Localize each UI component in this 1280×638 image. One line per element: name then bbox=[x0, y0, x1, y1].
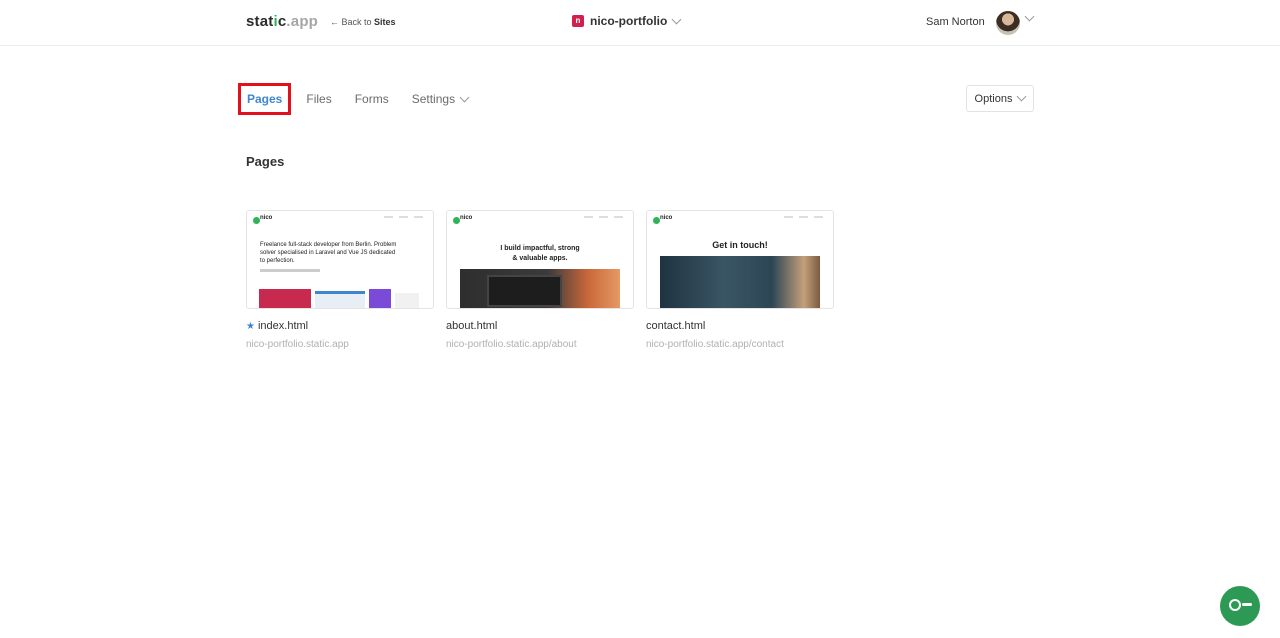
site-name: nico-portfolio bbox=[590, 14, 668, 28]
thumb-nav bbox=[384, 216, 423, 218]
thumb-heading: I build impactful, strong & valuable app… bbox=[500, 245, 580, 262]
page-thumbnail[interactable]: nico Freelance full-stack developer from… bbox=[246, 210, 434, 309]
site-icon: n bbox=[572, 15, 584, 27]
page-filename: index.html bbox=[257, 320, 309, 332]
avatar[interactable] bbox=[996, 11, 1020, 35]
status-dot bbox=[253, 217, 260, 224]
page-url[interactable]: nico-portfolio.static.app/about bbox=[446, 339, 634, 350]
thumb-screenshot-3 bbox=[369, 289, 391, 308]
back-prefix: ← Back to bbox=[330, 17, 375, 27]
page-url[interactable]: nico-portfolio.static.app/contact bbox=[646, 339, 834, 350]
tab-label: Forms bbox=[354, 92, 389, 106]
section-title: Pages bbox=[246, 154, 285, 169]
page-filename: about.html bbox=[446, 320, 498, 332]
chevron-down-icon bbox=[1017, 91, 1027, 102]
thumb-nav bbox=[584, 216, 623, 218]
options-button[interactable]: Options bbox=[966, 85, 1034, 112]
thumb-screenshot-1 bbox=[259, 289, 311, 308]
thumb-heading: Get in touch! bbox=[712, 240, 768, 250]
site-tabs: Pages Files Forms Settings bbox=[238, 83, 491, 115]
tab-label: Files bbox=[306, 92, 332, 106]
tab-files[interactable]: Files bbox=[306, 92, 331, 106]
help-chat-button[interactable] bbox=[1220, 586, 1260, 626]
top-bar: static.app ← Back to Sites n nico-portfo… bbox=[0, 0, 1280, 46]
thumb-nav bbox=[784, 216, 823, 218]
status-dot bbox=[453, 217, 460, 224]
thumb-laptop bbox=[487, 275, 562, 307]
logo[interactable]: static.app bbox=[246, 13, 318, 30]
tab-forms[interactable]: Forms bbox=[355, 92, 389, 106]
page-card-index[interactable]: nico Freelance full-stack developer from… bbox=[246, 210, 434, 350]
tab-label: Pages bbox=[247, 92, 283, 106]
thumb-brand: nico bbox=[660, 215, 673, 221]
back-to-sites-link[interactable]: ← Back to Sites bbox=[330, 17, 396, 27]
page-card-contact[interactable]: nico Get in touch! contact.html nico-por… bbox=[646, 210, 834, 350]
tab-settings[interactable]: Settings bbox=[411, 92, 470, 106]
chat-icon bbox=[1229, 599, 1241, 611]
options-label: Options bbox=[974, 92, 1013, 105]
page-url[interactable]: nico-portfolio.static.app bbox=[246, 339, 434, 350]
page-filename: contact.html bbox=[646, 320, 706, 332]
user-menu-chevron-icon[interactable] bbox=[1024, 11, 1035, 22]
thumb-screenshot-2 bbox=[315, 291, 365, 308]
thumb-brand: nico bbox=[460, 215, 473, 221]
logo-text: stat bbox=[246, 13, 274, 30]
page-name[interactable]: contact.html bbox=[646, 320, 834, 332]
tab-label: Settings bbox=[411, 92, 456, 106]
chevron-down-icon bbox=[671, 14, 682, 24]
page-name[interactable]: about.html bbox=[446, 320, 634, 332]
tab-pages[interactable]: Pages bbox=[238, 83, 292, 115]
thumb-photo bbox=[660, 256, 820, 308]
back-label: Sites bbox=[374, 17, 396, 27]
page-name[interactable]: ★ index.html bbox=[246, 320, 434, 332]
thumb-brand: nico bbox=[260, 215, 273, 221]
page-card-about[interactable]: nico I build impactful, strong & valuabl… bbox=[446, 210, 634, 350]
chevron-down-icon bbox=[459, 92, 470, 102]
page-thumbnail[interactable]: nico I build impactful, strong & valuabl… bbox=[446, 210, 634, 309]
thumb-link-line bbox=[260, 269, 320, 272]
status-dot bbox=[653, 217, 660, 224]
thumb-screenshot-4 bbox=[395, 293, 419, 308]
site-switcher[interactable]: n nico-portfolio bbox=[572, 14, 682, 28]
logo-domain: .app bbox=[286, 13, 319, 30]
page-thumbnail[interactable]: nico Get in touch! bbox=[646, 210, 834, 309]
chat-icon-bar bbox=[1242, 603, 1252, 606]
user-name[interactable]: Sam Norton bbox=[926, 16, 985, 28]
thumb-text: Freelance full-stack developer from Berl… bbox=[260, 242, 397, 264]
star-icon: ★ bbox=[246, 320, 255, 332]
